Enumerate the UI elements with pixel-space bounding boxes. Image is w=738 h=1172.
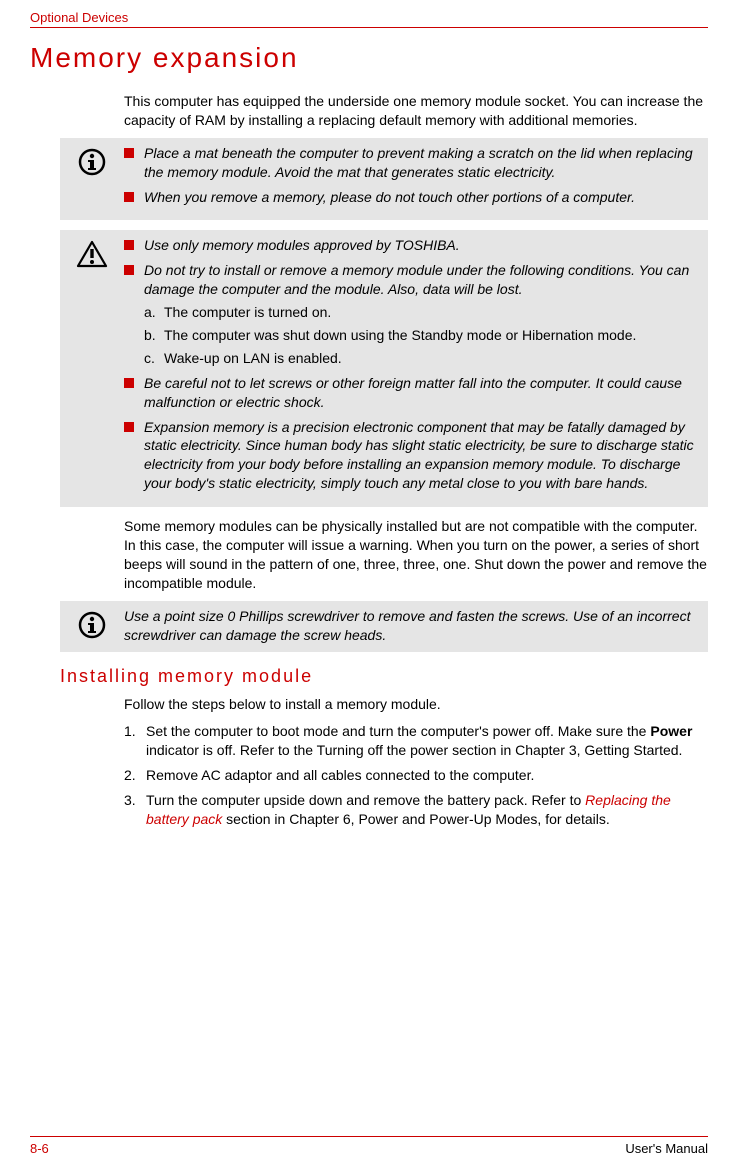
info-icon [78, 148, 106, 176]
bullet-icon [124, 378, 134, 388]
sublist-a: a. The computer is turned on. [144, 303, 698, 322]
info-note-2: Use a point size 0 Phillips screwdriver … [60, 601, 708, 653]
caution-icon [76, 240, 108, 268]
section-heading: Memory expansion [30, 42, 708, 74]
note2-bullet-2: Do not try to install or remove a memory… [124, 261, 698, 367]
paragraph-2: Some memory modules can be physically in… [124, 517, 708, 593]
caution-note: Use only memory modules approved by TOSH… [60, 230, 708, 507]
info-icon [78, 611, 106, 639]
step-text-1: Set the computer to boot mode and turn t… [146, 722, 708, 760]
bullet-icon [124, 265, 134, 275]
note2-text-1: Use only memory modules approved by TOSH… [144, 236, 698, 255]
bullet-icon [124, 240, 134, 250]
note2-bullet-3: Be careful not to let screws or other fo… [124, 374, 698, 412]
step1-part-c: indicator is off. Refer to the Turning o… [146, 742, 682, 758]
step-3: 3. Turn the computer upside down and rem… [124, 791, 708, 829]
paragraph-3: Follow the steps below to install a memo… [124, 695, 708, 714]
bullet-icon [124, 192, 134, 202]
info-note-1: Place a mat beneath the computer to prev… [60, 138, 708, 221]
sublist-b: b. The computer was shut down using the … [144, 326, 698, 345]
note2-bullet-4: Expansion memory is a precision electron… [124, 418, 698, 494]
step1-part-a: Set the computer to boot mode and turn t… [146, 723, 650, 739]
step3-part-b: section in Chapter 6, Power and Power-Up… [222, 811, 610, 827]
note1-text-1: Place a mat beneath the computer to prev… [144, 144, 698, 182]
running-header: Optional Devices [30, 10, 708, 25]
subsection-heading: Installing memory module [60, 666, 708, 687]
step-text-3: Turn the computer upside down and remove… [146, 791, 708, 829]
intro-paragraph: This computer has equipped the underside… [124, 92, 708, 130]
note3-text: Use a point size 0 Phillips screwdriver … [124, 607, 698, 645]
step-num-3: 3. [124, 791, 146, 829]
manual-label: User's Manual [625, 1141, 708, 1156]
page-number: 8-6 [30, 1141, 49, 1156]
sublist-text-b: The computer was shut down using the Sta… [164, 326, 636, 345]
note1-bullet-2: When you remove a memory, please do not … [124, 188, 698, 207]
note2-bullet-1: Use only memory modules approved by TOSH… [124, 236, 698, 255]
step-num-1: 1. [124, 722, 146, 760]
sublist-text-a: The computer is turned on. [164, 303, 331, 322]
step1-bold: Power [650, 723, 692, 739]
note1-text-2: When you remove a memory, please do not … [144, 188, 698, 207]
note2-text-4: Expansion memory is a precision electron… [144, 418, 698, 494]
step3-part-a: Turn the computer upside down and remove… [146, 792, 585, 808]
header-divider [30, 27, 708, 28]
bullet-icon [124, 148, 134, 158]
page-footer: 8-6 User's Manual [30, 1136, 708, 1156]
note1-bullet-1: Place a mat beneath the computer to prev… [124, 144, 698, 182]
note2-text-3: Be careful not to let screws or other fo… [144, 374, 698, 412]
sublist-letter-a: a. [144, 303, 164, 322]
sublist-letter-c: c. [144, 349, 164, 368]
step-2: 2. Remove AC adaptor and all cables conn… [124, 766, 708, 785]
sublist-text-c: Wake-up on LAN is enabled. [164, 349, 342, 368]
step-num-2: 2. [124, 766, 146, 785]
step-1: 1. Set the computer to boot mode and tur… [124, 722, 708, 760]
bullet-icon [124, 422, 134, 432]
sublist-letter-b: b. [144, 326, 164, 345]
sublist-c: c. Wake-up on LAN is enabled. [144, 349, 698, 368]
step-text-2: Remove AC adaptor and all cables connect… [146, 766, 534, 785]
note2-text-2: Do not try to install or remove a memory… [144, 261, 698, 299]
